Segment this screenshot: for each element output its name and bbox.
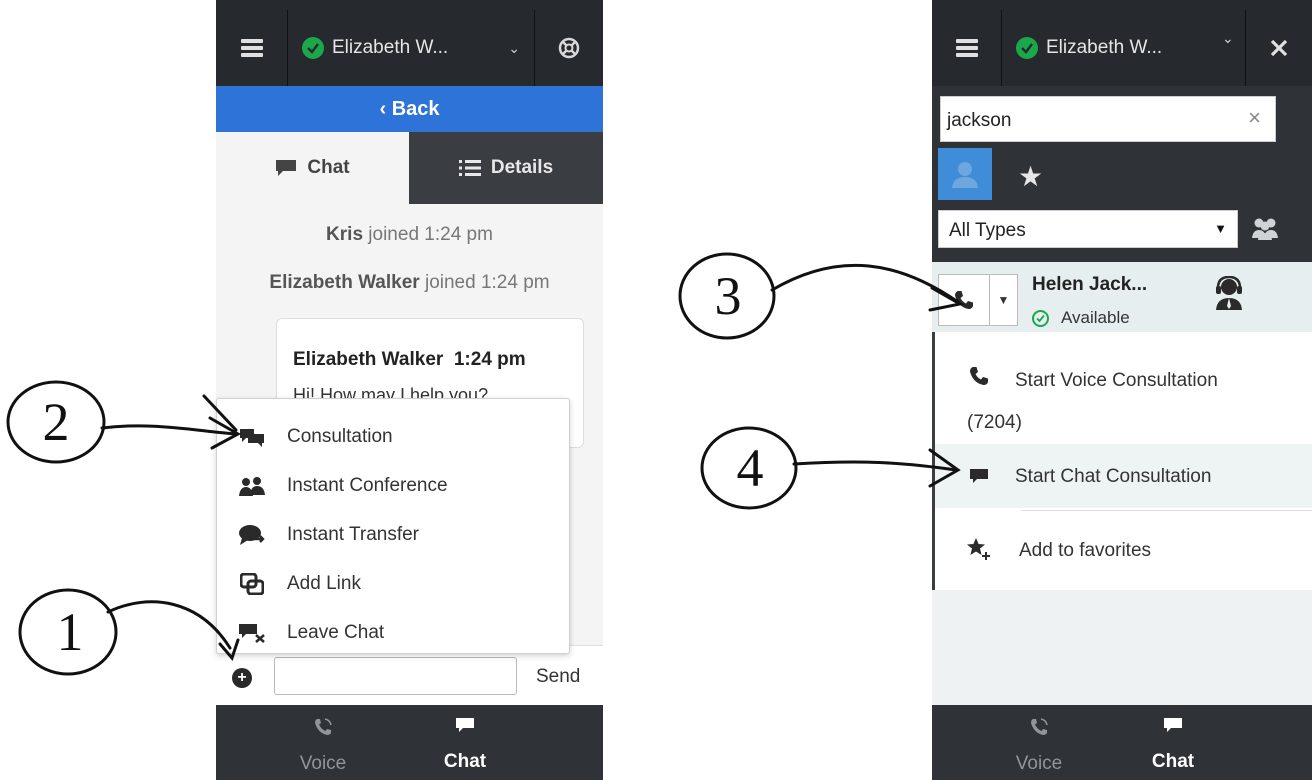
annotation-arrow: [100, 424, 238, 436]
annotation-number: 3: [715, 266, 742, 326]
annotation-arrow: [770, 263, 960, 304]
annotation-arrow: [792, 460, 958, 472]
annotation-arrow: [106, 600, 232, 650]
annotation-number: 1: [57, 602, 84, 662]
annotation-overlay: 1 2 3 4: [6, 252, 965, 676]
annotation-number: 2: [43, 392, 70, 452]
annotation-number: 4: [737, 438, 764, 498]
